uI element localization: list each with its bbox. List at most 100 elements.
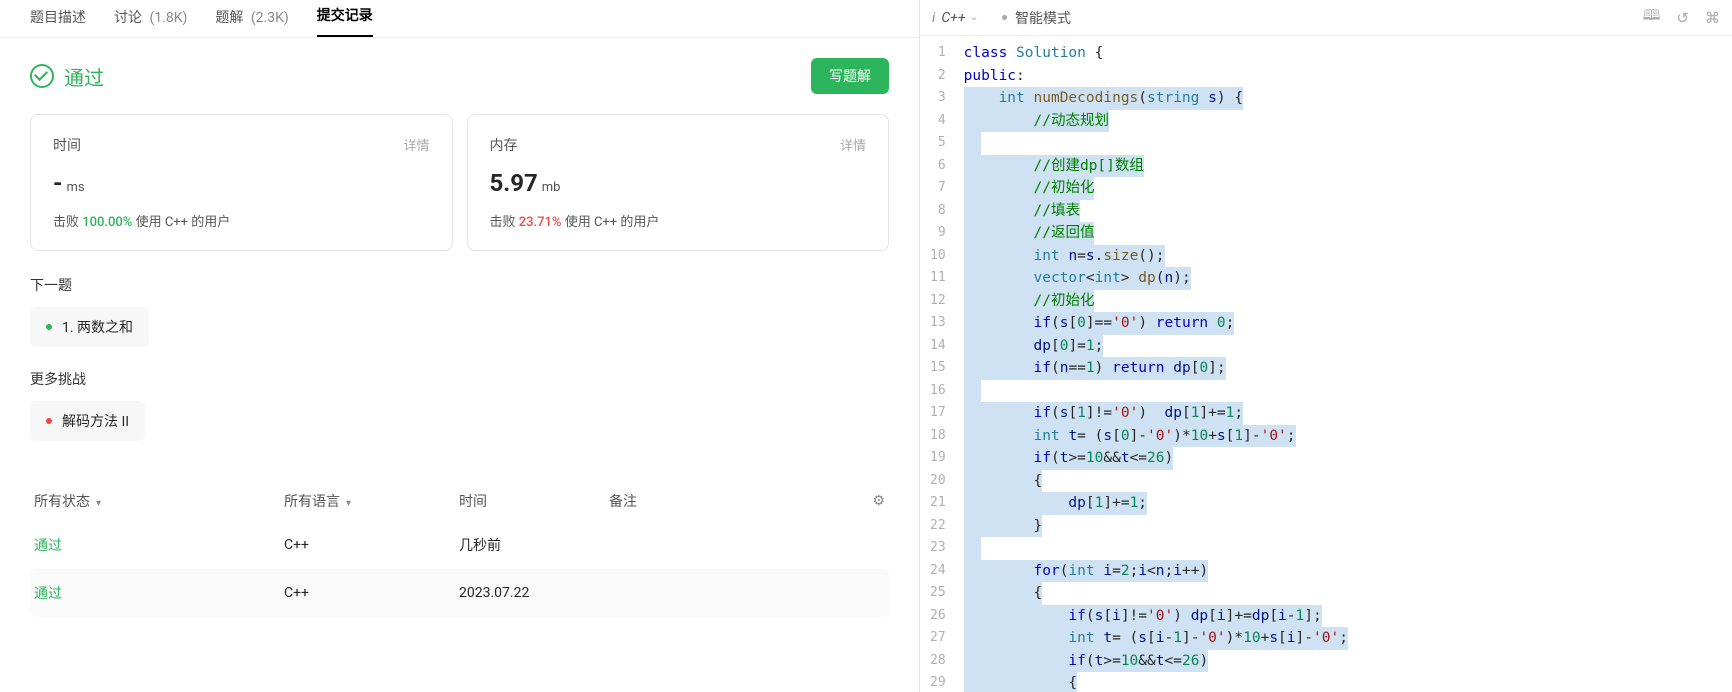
table-row[interactable]: 通过C++几秒前 (30, 521, 889, 569)
code-line[interactable]: · · //创建dp[]数组 (964, 155, 1732, 178)
line-number: 21 (930, 492, 946, 515)
code-line[interactable]: · · · if(t>=10&&t<=26) (964, 650, 1732, 673)
line-number: 4 (930, 110, 946, 133)
code-line[interactable]: · · · if(s[i]!='0') dp[i]+=dp[i-1]; (964, 605, 1732, 628)
line-number: 2 (930, 65, 946, 88)
code-line[interactable] (964, 132, 1732, 155)
row-lang: C++ (284, 537, 459, 553)
code-line[interactable]: · · if(s[1]!='0') dp[1]+=1; (964, 402, 1732, 425)
code-editor[interactable]: 1234567891011121314151617181920212223242… (920, 36, 1732, 692)
code-line[interactable]: · · { (964, 470, 1732, 493)
code-area[interactable]: class Solution {public:· int numDecoding… (964, 36, 1732, 692)
code-line[interactable]: · · //填表 (964, 200, 1732, 223)
line-number: 20 (930, 470, 946, 493)
code-line[interactable]: · · dp[0]=1; (964, 335, 1732, 358)
row-time: 几秒前 (459, 535, 609, 555)
tabs: 题目描述 讨论 (1.8K) 题解 (2.3K) 提交记录 (0, 0, 919, 38)
code-line[interactable]: · · · int t= (s[i-1]-'0')*10+s[i]-'0'; (964, 627, 1732, 650)
line-number: 23 (930, 537, 946, 560)
next-question-chip[interactable]: 1. 两数之和 (30, 307, 149, 347)
check-circle-icon (30, 64, 54, 88)
code-line[interactable] (964, 537, 1732, 560)
bookmark-icon[interactable]: 🕮 (1643, 5, 1661, 30)
col-note-header: 备注 (609, 491, 885, 511)
memory-metric-card: 内存 详情 5.97mb 击败 23.71% 使用 C++ 的用户 (467, 114, 890, 251)
code-line[interactable]: · · //动态规划 (964, 110, 1732, 133)
line-number: 17 (930, 402, 946, 425)
editor-mode[interactable]: 智能模式 (1002, 8, 1071, 28)
code-line[interactable]: · · //初始化 (964, 290, 1732, 313)
code-line[interactable]: · · if(t>=10&&t<=26) (964, 447, 1732, 470)
line-number: 28 (930, 650, 946, 673)
time-title: 时间 (53, 135, 81, 155)
code-line[interactable]: · int numDecodings(string s) { (964, 87, 1732, 110)
chevron-down-icon: ⌄ (970, 12, 978, 23)
tab-discuss-count: (1.8K) (149, 10, 187, 26)
tab-discuss[interactable]: 讨论 (1.8K) (114, 7, 187, 37)
line-gutter: 1234567891011121314151617181920212223242… (920, 36, 964, 692)
left-panel: 题目描述 讨论 (1.8K) 题解 (2.3K) 提交记录 通过 写题解 (0, 0, 920, 692)
cursor-i-icon: i (932, 10, 935, 26)
right-panel: i C++ ⌄ 智能模式 🕮 ↺ ⌘ 123456789101112131415… (920, 0, 1732, 692)
tab-solution-label: 题解 (215, 10, 243, 26)
time-metric-card: 时间 详情 -ms 击败 100.00% 使用 C++ 的用户 (30, 114, 453, 251)
line-number: 10 (930, 245, 946, 268)
code-line[interactable]: · · if(s[0]=='0') return 0; (964, 312, 1732, 335)
submissions-table: 所有状态▾ 所有语言▾ 时间 备注 ⚙ 通过C++几秒前通过C++2023.07… (30, 481, 889, 617)
line-number: 25 (930, 582, 946, 605)
row-lang: C++ (284, 585, 459, 601)
chevron-down-icon: ▾ (346, 498, 351, 509)
row-time: 2023.07.22 (459, 585, 609, 601)
memory-value: 5.97 (490, 169, 538, 197)
code-line[interactable]: · · · dp[1]+=1; (964, 492, 1732, 515)
col-status-filter[interactable]: 所有状态▾ (34, 491, 284, 511)
code-line[interactable]: public: (964, 65, 1732, 88)
keyboard-shortcuts-icon[interactable]: ⌘ (1705, 9, 1720, 27)
language-select[interactable]: i C++ ⌄ (932, 10, 978, 26)
tab-discuss-label: 讨论 (114, 10, 142, 26)
next-question-label: 下一题 (30, 275, 889, 295)
reset-icon[interactable]: ↺ (1676, 9, 1689, 27)
difficulty-dot-icon (46, 418, 52, 424)
memory-title: 内存 (490, 135, 518, 155)
memory-detail-link[interactable]: 详情 (840, 135, 866, 155)
code-line[interactable]: · · · { (964, 672, 1732, 692)
code-line[interactable]: · · } (964, 515, 1732, 538)
more-challenge-chip[interactable]: 解码方法 II (30, 401, 145, 441)
code-line[interactable]: · · //返回值 (964, 222, 1732, 245)
table-header: 所有状态▾ 所有语言▾ 时间 备注 ⚙ (30, 481, 889, 521)
gear-icon[interactable]: ⚙ (872, 493, 885, 509)
mode-label: 智能模式 (1015, 8, 1071, 28)
line-number: 3 (930, 87, 946, 110)
memory-beat-suffix: 使用 C++ 的用户 (565, 215, 660, 230)
code-line[interactable] (964, 380, 1732, 403)
code-line[interactable]: · · //初始化 (964, 177, 1732, 200)
line-number: 5 (930, 132, 946, 155)
table-row[interactable]: 通过C++2023.07.22 (30, 569, 889, 617)
code-line[interactable]: · · vector<int> dp(n); (964, 267, 1732, 290)
col-lang-filter[interactable]: 所有语言▾ (284, 491, 459, 511)
next-question-title: 1. 两数之和 (62, 317, 133, 337)
tab-solution[interactable]: 题解 (2.3K) (215, 7, 288, 37)
memory-beat-pct: 23.71% (519, 215, 562, 230)
time-detail-link[interactable]: 详情 (403, 135, 429, 155)
code-line[interactable]: · · for(int i=2;i<n;i++) (964, 560, 1732, 583)
code-line[interactable]: · · int t= (s[0]-'0')*10+s[1]-'0'; (964, 425, 1732, 448)
code-line[interactable]: class Solution { (964, 42, 1732, 65)
time-unit: ms (66, 180, 84, 195)
tab-description[interactable]: 题目描述 (30, 7, 86, 37)
write-solution-button[interactable]: 写题解 (811, 58, 889, 94)
line-number: 11 (930, 267, 946, 290)
line-number: 14 (930, 335, 946, 358)
line-number: 15 (930, 357, 946, 380)
status-label: 通过 (64, 62, 104, 91)
tab-submissions[interactable]: 提交记录 (317, 5, 373, 37)
language-label: C++ (941, 10, 965, 26)
line-number: 24 (930, 560, 946, 583)
chevron-down-icon: ▾ (96, 498, 101, 509)
line-number: 16 (930, 380, 946, 403)
line-number: 1 (930, 42, 946, 65)
code-line[interactable]: · · if(n==1) return dp[0]; (964, 357, 1732, 380)
code-line[interactable]: · · int n=s.size(); (964, 245, 1732, 268)
code-line[interactable]: · · { (964, 582, 1732, 605)
